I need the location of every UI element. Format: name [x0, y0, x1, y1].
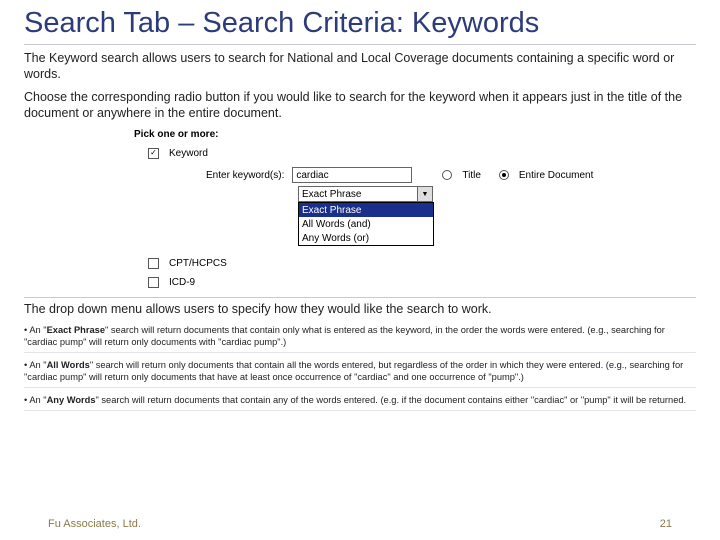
- radio-title[interactable]: [442, 170, 452, 180]
- match-type-options: Exact Phrase All Words (and) Any Words (…: [298, 202, 434, 246]
- enter-keywords-label: Enter keyword(s):: [206, 170, 284, 181]
- pick-header: Pick one or more:: [134, 129, 696, 140]
- option-all-words[interactable]: All Words (and): [299, 217, 433, 231]
- icd9-checkbox[interactable]: [148, 277, 159, 288]
- keyword-checkbox[interactable]: [148, 148, 159, 159]
- search-criteria-screenshot: Pick one or more: Keyword Enter keyword(…: [134, 129, 696, 291]
- option-any-words[interactable]: Any Words (or): [299, 231, 433, 245]
- radio-entire-document-label: Entire Document: [519, 170, 593, 181]
- bullet-any-words: An "Any Words" search will return docume…: [24, 394, 696, 411]
- page-title: Search Tab – Search Criteria: Keywords: [24, 8, 696, 45]
- bullet-exact-phrase: An "Exact Phrase" search will return doc…: [24, 324, 696, 353]
- intro-paragraph-1: The Keyword search allows users to searc…: [24, 51, 696, 82]
- keyword-input[interactable]: cardiac: [292, 167, 412, 183]
- match-type-select[interactable]: Exact Phrase: [298, 186, 418, 202]
- radio-title-label: Title: [462, 170, 481, 181]
- radio-entire-document[interactable]: [499, 170, 509, 180]
- cpt-hcpcs-checkbox[interactable]: [148, 258, 159, 269]
- keyword-checkbox-label: Keyword: [169, 148, 208, 159]
- footer-page-number: 21: [660, 518, 672, 530]
- bullet-all-words: An "All Words" search will return only d…: [24, 359, 696, 388]
- cpt-hcpcs-label: CPT/HCPCS: [169, 258, 227, 269]
- divider: [24, 297, 696, 298]
- intro-paragraph-2: Choose the corresponding radio button if…: [24, 90, 696, 121]
- icd9-label: ICD-9: [169, 277, 195, 288]
- dropdown-explanation: The drop down menu allows users to speci…: [24, 302, 696, 318]
- chevron-down-icon[interactable]: ▼: [418, 186, 433, 202]
- footer-company: Fu Associates, Ltd.: [48, 518, 141, 530]
- option-exact-phrase[interactable]: Exact Phrase: [299, 203, 433, 217]
- search-type-bullets: An "Exact Phrase" search will return doc…: [24, 324, 696, 411]
